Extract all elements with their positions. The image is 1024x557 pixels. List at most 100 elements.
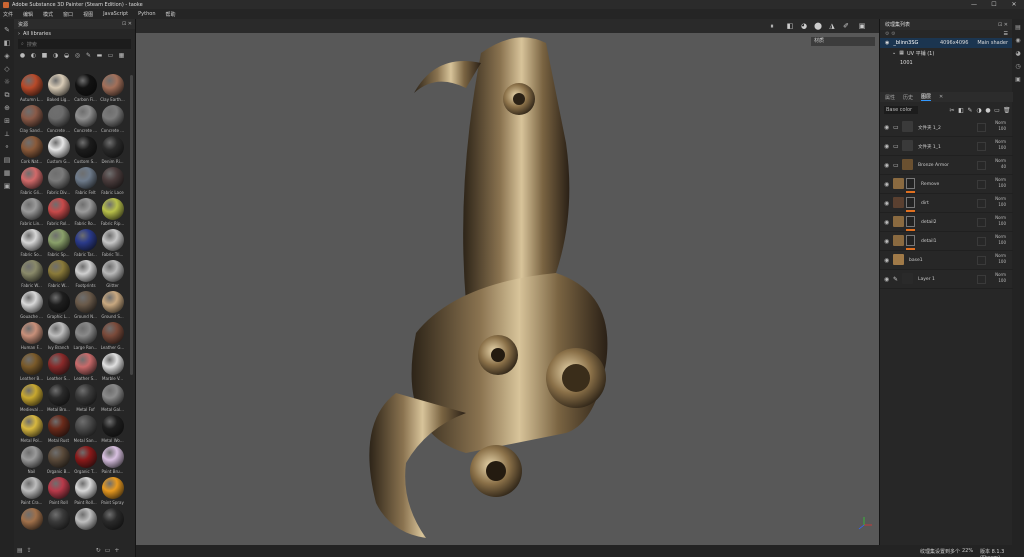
list-view-icon[interactable]: ▤ [17, 547, 23, 554]
layer-opacity[interactable]: 40 [995, 164, 1006, 170]
close-tab-icon[interactable]: ✕ [939, 94, 943, 100]
filter-smart-icon[interactable]: ◐ [30, 52, 37, 59]
material-item[interactable]: Leather B... [18, 353, 45, 384]
material-item[interactable]: Footprints [72, 260, 99, 291]
material-item[interactable] [72, 508, 99, 539]
uv-tiles-row[interactable]: ⌄ ▦ UV 平铺 (1) [880, 48, 1012, 58]
layer-row[interactable]: ◉ ✎ Layer 1 Norm 100 [880, 270, 1013, 289]
panel-controls-icon[interactable]: ⊡ ✕ [998, 22, 1008, 28]
material-item[interactable]: Large Ron... [72, 322, 99, 353]
layer-row[interactable]: ◉ Remove Norm 100 [880, 175, 1013, 194]
layer-checkbox[interactable] [977, 275, 986, 284]
settings-icon[interactable]: ⚙ ⚙ [885, 31, 896, 37]
layer-blend-opacity[interactable]: Norm 100 [995, 196, 1006, 208]
material-item[interactable]: Organic T... [72, 446, 99, 477]
visibility-eye-icon[interactable]: ◉ [884, 257, 889, 264]
layer-opacity[interactable]: 100 [995, 183, 1006, 189]
layer-thumbnail[interactable] [902, 273, 913, 284]
env-sphere-icon[interactable]: ◕ [800, 22, 808, 30]
paint-brush-icon[interactable]: ✎ [3, 26, 11, 34]
material-item[interactable]: Concrete ... [45, 105, 72, 136]
material-item[interactable]: Metal Gal... [99, 384, 126, 415]
layer-opacity[interactable]: 100 [995, 278, 1006, 284]
material-item[interactable]: Human F... [18, 322, 45, 353]
pause-icon[interactable]: ⏸ [768, 22, 776, 30]
material-item[interactable]: Medieval ... [18, 384, 45, 415]
add-effect-icon[interactable]: ✂ [949, 107, 955, 114]
material-item[interactable]: Concrete ... [99, 105, 126, 136]
layer-blend-opacity[interactable]: Norm 100 [995, 272, 1006, 284]
path-icon[interactable]: ⟂ [3, 130, 11, 138]
visibility-eye-icon[interactable]: ◉ [884, 200, 889, 207]
search-input[interactable]: ⌕ 搜索 [18, 39, 131, 49]
layer-blend-opacity[interactable]: Norm 100 [995, 139, 1006, 151]
material-item[interactable]: Carbon Fi... [72, 74, 99, 105]
layer-row[interactable]: ◉ ▭ 文件夹 1_2 Norm 100 [880, 118, 1013, 137]
export-icon[interactable]: ▣ [3, 182, 11, 190]
material-item[interactable]: Denim Ri... [99, 136, 126, 167]
material-item[interactable]: Baked Lig... [45, 74, 72, 105]
text-icon[interactable]: ⚬ [3, 143, 11, 151]
layer-thumbnail[interactable] [893, 178, 904, 189]
add-folder-icon[interactable]: ▭ [994, 107, 1000, 114]
layer-checkbox[interactable] [977, 180, 986, 189]
filter-presets-icon[interactable]: ▭ [107, 52, 114, 59]
layer-opacity[interactable]: 100 [995, 259, 1006, 265]
projection-icon[interactable]: ◈ [3, 52, 11, 60]
blend-mode-select[interactable]: Base color [884, 106, 918, 114]
filter-generators-icon[interactable]: ◎ [74, 52, 81, 59]
layer-name[interactable]: dirt [921, 201, 929, 206]
layer-row[interactable]: ◉ base1 Norm 100 [880, 251, 1013, 270]
layer-row[interactable]: ◉ ▭ Bronze Armor Norm 40 [880, 156, 1013, 175]
visibility-eye-icon[interactable]: ◉ [884, 143, 889, 150]
material-item[interactable]: Metal Wo... [99, 415, 126, 446]
add-mask-icon[interactable]: ◧ [958, 107, 964, 114]
layer-checkbox[interactable] [977, 237, 986, 246]
layer-blend-opacity[interactable]: Norm 100 [995, 234, 1006, 246]
visibility-eye-icon[interactable]: ◉ [884, 276, 889, 283]
layer-mask-thumbnail[interactable] [906, 216, 915, 227]
layer-blend-opacity[interactable]: Norm 100 [995, 215, 1006, 227]
log-icon[interactable]: ▣ [1014, 76, 1022, 84]
material-item[interactable]: Clay Earth... [99, 74, 126, 105]
uv-tile-row[interactable]: 1001 [880, 58, 1012, 68]
layer-name[interactable]: detail1 [921, 239, 937, 244]
material-item[interactable]: Organic B... [45, 446, 72, 477]
material-item[interactable]: Fabric W... [18, 260, 45, 291]
filter-textures-icon[interactable]: ■ [41, 52, 48, 59]
material-item[interactable]: Metal San... [72, 415, 99, 446]
screenshot-icon[interactable]: ▣ [858, 22, 866, 30]
tab-history[interactable]: 历史 [903, 94, 913, 101]
eye-icon[interactable]: ◉ [885, 40, 889, 46]
close-button[interactable]: ✕ [1004, 0, 1024, 9]
layer-name[interactable]: 文件夹 1_1 [918, 144, 941, 150]
layer-blend-opacity[interactable]: Norm 100 [995, 177, 1006, 189]
layer-thumbnail[interactable] [893, 216, 904, 227]
material-item[interactable]: Fabric So... [18, 229, 45, 260]
menu-icon[interactable]: ☰ [1004, 31, 1008, 37]
layer-thumbnail[interactable] [893, 254, 904, 265]
menu-python[interactable]: Python [138, 11, 155, 17]
minimize-button[interactable]: — [964, 0, 984, 9]
layer-mask-thumbnail[interactable] [906, 178, 915, 189]
layer-opacity[interactable]: 100 [995, 145, 1006, 151]
material-item[interactable]: Metal Bro... [45, 384, 72, 415]
assets-scrollbar[interactable] [130, 75, 133, 375]
menu-javascript[interactable]: JavaScript [103, 11, 128, 17]
3d-viewport[interactable]: 材质 [136, 33, 879, 545]
layer-name[interactable]: Remove [921, 182, 939, 187]
material-item[interactable]: Fabric Ro... [72, 198, 99, 229]
tab-layers[interactable]: 图层 [921, 93, 932, 101]
layer-checkbox[interactable] [977, 256, 986, 265]
display-settings-icon[interactable]: ◉ [1014, 37, 1022, 45]
layer-row[interactable]: ◉ ▭ 文件夹 1_1 Norm 100 [880, 137, 1013, 156]
layer-row[interactable]: ◉ dirt Norm 100 [880, 194, 1013, 213]
material-item[interactable]: Clay Sand... [18, 105, 45, 136]
texture-set-row[interactable]: ◉ _blinn3SG 4096x4096 Main shader [880, 38, 1012, 48]
material-item[interactable]: Metal Rust [45, 415, 72, 446]
filter-filters-icon[interactable]: ◒ [63, 52, 70, 59]
texture-set-icon[interactable]: ▤ [1014, 24, 1022, 32]
add-fill-layer-icon[interactable]: ◑ [976, 107, 982, 114]
render-icon[interactable]: ⬤ [814, 22, 822, 30]
material-item[interactable]: Fabric Tri... [99, 229, 126, 260]
